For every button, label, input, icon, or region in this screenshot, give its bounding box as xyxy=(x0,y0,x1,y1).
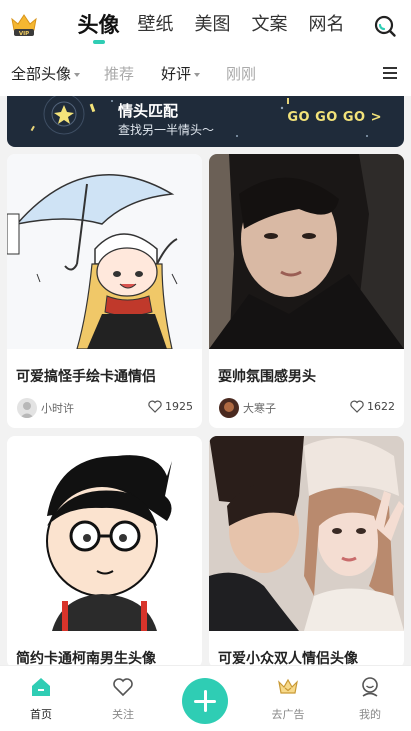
banner-title: 情头匹配 xyxy=(118,102,179,120)
nav-profile-label: 我的 xyxy=(359,708,381,721)
filter-all-avatars-label: 全部头像 xyxy=(11,65,72,83)
heart-icon xyxy=(113,678,133,697)
nav-remove-ads-label: 去广告 xyxy=(271,708,305,721)
banner-subtitle: 查找另一半情头～ xyxy=(118,123,215,137)
like-count-value: 1925 xyxy=(165,400,193,413)
nav-home[interactable]: 首页 xyxy=(11,676,71,722)
card-author[interactable]: 小时许 xyxy=(17,398,74,418)
nav-home-label: 首页 xyxy=(30,708,52,721)
like-count-value: 1622 xyxy=(367,400,395,413)
crown-icon xyxy=(278,678,298,694)
avatar-card[interactable]: 简约卡通柯南男生头像 xyxy=(7,436,202,668)
tab-wallpaper[interactable]: 壁纸 xyxy=(127,10,184,40)
filter-top-rated-label: 好评 xyxy=(161,65,192,83)
couple-match-banner[interactable]: 情头匹配 查找另一半情头～ GO GO GO > xyxy=(7,96,404,147)
avatar-card[interactable]: 可爱搞怪手绘卡通情侣 小时许 1925 xyxy=(7,154,202,428)
menu-icon[interactable] xyxy=(383,67,397,79)
like-count[interactable]: 1925 xyxy=(148,400,193,413)
caret-down-icon xyxy=(194,72,201,77)
vip-crown-icon[interactable]: VIP xyxy=(9,12,39,38)
cartoon-conan-image xyxy=(7,436,202,631)
banner-cta[interactable]: GO GO GO > xyxy=(287,110,382,125)
nav-follow[interactable]: 关注 xyxy=(93,676,153,722)
cartoon-girl-umbrella-image xyxy=(7,154,202,349)
filter-recommended[interactable]: 推荐 xyxy=(104,65,134,83)
card-image[interactable] xyxy=(7,436,202,631)
author-name: 小时许 xyxy=(41,402,74,415)
caret-down-icon xyxy=(74,72,81,77)
home-icon xyxy=(32,678,50,696)
main-tabs: 头像 壁纸 美图 文案 网名 xyxy=(70,10,355,44)
card-title: 可爱搞怪手绘卡通情侣 xyxy=(16,369,156,385)
tab-copywriting[interactable]: 文案 xyxy=(241,10,298,40)
heart-icon xyxy=(350,400,364,413)
couple-selfie-photo-image xyxy=(209,436,404,631)
card-title: 耍帅氛围感男头 xyxy=(218,369,316,385)
heart-icon xyxy=(148,400,162,413)
top-bar: VIP 头像 壁纸 美图 文案 网名 xyxy=(0,0,411,52)
app-root: VIP 头像 壁纸 美图 文案 网名 全部头像 推荐 好评 刚刚 情头匹配 查找… xyxy=(0,0,411,731)
profile-icon xyxy=(362,677,378,697)
card-image[interactable] xyxy=(7,154,202,349)
bottom-nav: 首页 关注 去广告 我的 xyxy=(0,665,411,731)
card-author[interactable]: 大寒子 xyxy=(219,398,276,418)
like-count[interactable]: 1622 xyxy=(350,400,395,413)
card-image[interactable] xyxy=(209,436,404,631)
add-button[interactable] xyxy=(182,678,228,724)
tab-avatar[interactable]: 头像 xyxy=(70,10,127,44)
filter-top-rated[interactable]: 好评 xyxy=(161,65,201,83)
boy-hoodie-photo-image xyxy=(209,154,404,349)
filter-bar: 全部头像 推荐 好评 刚刚 xyxy=(0,52,411,96)
tab-nickname[interactable]: 网名 xyxy=(298,10,355,40)
filter-all-avatars[interactable]: 全部头像 xyxy=(11,65,81,83)
tab-pictures[interactable]: 美图 xyxy=(184,10,241,40)
filter-latest[interactable]: 刚刚 xyxy=(226,65,256,83)
svg-text:VIP: VIP xyxy=(19,31,29,37)
card-image[interactable] xyxy=(209,154,404,349)
avatar-card[interactable]: 耍帅氛围感男头 大寒子 1622 xyxy=(209,154,404,428)
avatar-card[interactable]: 可爱小众双人情侣头像 xyxy=(209,436,404,668)
search-icon[interactable] xyxy=(373,14,397,38)
nav-profile[interactable]: 我的 xyxy=(340,676,400,722)
avatar xyxy=(17,398,37,418)
nav-remove-ads[interactable]: 去广告 xyxy=(258,676,318,722)
nav-follow-label: 关注 xyxy=(112,708,134,721)
author-name: 大寒子 xyxy=(243,402,276,415)
avatar xyxy=(219,398,239,418)
